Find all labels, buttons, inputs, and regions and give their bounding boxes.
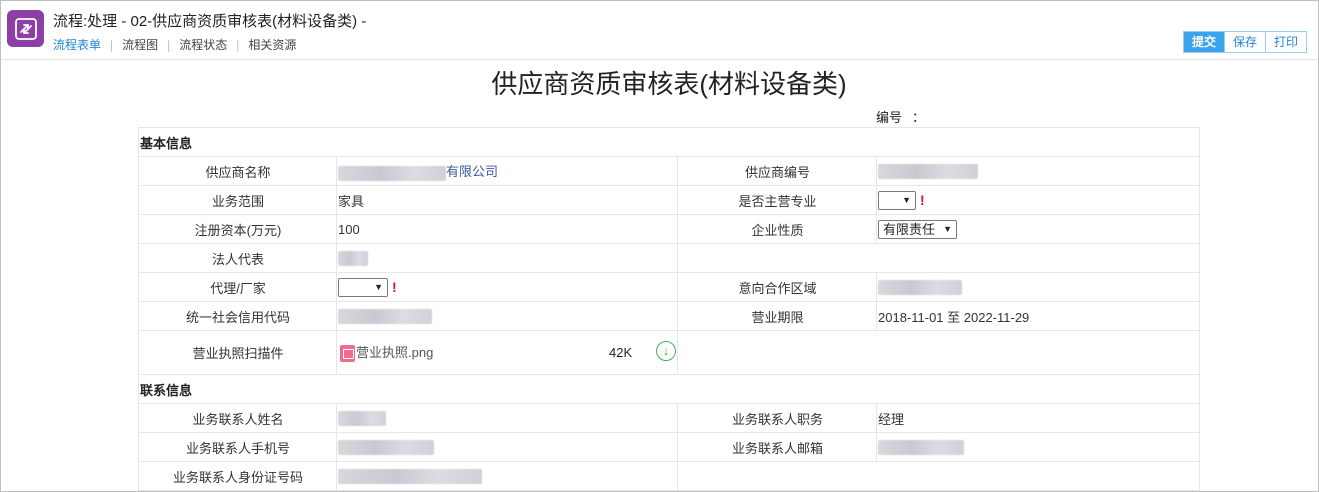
dropdown-caret-icon: ▼ [902,194,911,205]
company-type-cell: 有限责任 ▼ [875,214,1201,244]
image-file-icon [340,344,355,362]
contact-phone-label: 业务联系人手机号 [138,432,337,462]
redacted-value [338,309,432,325]
agent-select[interactable]: ▼ [338,277,388,297]
redacted-value [878,280,962,296]
redacted-value [338,440,434,456]
contact-email-label: 业务联系人邮箱 [677,432,877,462]
redacted-value [878,440,964,456]
main-specialty-cell: ▼! [875,185,1201,215]
form-row: 业务范围 家具 是否主营专业 ▼! [138,185,1201,215]
tab-separator: | [236,37,240,52]
supplier-code-label: 供应商编号 [677,156,877,186]
contact-name-label: 业务联系人姓名 [138,403,337,433]
contact-name-cell [336,403,678,433]
section-contact-info: 联系信息 [137,374,1201,404]
contact-email-cell [875,432,1201,462]
main-specialty-select[interactable]: ▼ [878,190,916,210]
redacted-value [878,164,978,180]
form-row: 代理/厂家 ▼! 意向合作区域 [138,272,1201,302]
dropdown-caret-icon: ▼ [943,223,952,234]
form-row: 注册资本(万元) 100 企业性质 有限责任 ▼ [138,214,1201,244]
main-specialty-label: 是否主营专业 [677,185,877,215]
legal-rep-cell [336,243,678,273]
required-mark: ! [920,192,925,208]
contact-title-value: 经理 [875,403,1201,433]
tab-bar: 流程表单 | 流程图 | 流程状态 | 相关资源 [53,36,296,53]
region-label: 意向合作区域 [677,272,877,302]
download-icon[interactable]: ↓ [656,340,676,361]
header-divider [2,59,1317,60]
code-row: 编号 ： [876,107,925,126]
save-button[interactable]: 保存 [1223,32,1265,52]
section-basic-info: 基本信息 [137,127,1201,157]
business-scope-value: 家具 [336,185,678,215]
attachment-name[interactable]: 营业执照.png [356,345,433,360]
tab-separator: | [167,37,171,52]
business-scope-label: 业务范围 [138,185,337,215]
redacted-value [338,251,368,267]
attachment-size: 42K [609,344,633,360]
tab-status[interactable]: 流程状态 [179,36,227,53]
form-row: 营业执照扫描件 营业执照.png 42K ↓ [138,330,1201,375]
form-title: 供应商资质审核表(材料设备类) [491,69,847,99]
company-type-label: 企业性质 [677,214,877,244]
submit-button[interactable]: 提交 [1183,32,1224,52]
form-row: 供应商名称 有限公司 供应商编号 [138,156,1201,186]
tab-form[interactable]: 流程表单 [53,36,101,53]
tab-flowchart[interactable]: 流程图 [122,36,158,53]
credit-code-label: 统一社会信用代码 [138,301,337,331]
supplier-form-table: 基本信息 供应商名称 有限公司 供应商编号 业务范围 家具 是否主营专业 ▼! … [137,127,1201,491]
redacted-value [338,411,386,427]
tab-resources[interactable]: 相关资源 [248,36,296,53]
redacted-value [338,469,482,485]
code-colon: ： [912,110,926,125]
process-icon [7,10,44,47]
form-row: 统一社会信用代码 营业期限 2018-11-01 至 2022-11-29 [138,301,1201,331]
supplier-code-cell [875,156,1201,186]
reg-capital-value: 100 [336,214,678,244]
code-label: 编号 [876,110,903,125]
empty-cell [676,243,1201,273]
required-mark: ! [392,279,397,295]
license-scan-label: 营业执照扫描件 [138,330,337,375]
print-button[interactable]: 打印 [1264,32,1306,52]
contact-title-label: 业务联系人职务 [677,403,877,433]
action-buttons: 提交 保存 打印 [1182,31,1307,53]
empty-cell [676,461,1201,491]
business-term-value: 2018-11-01 至 2022-11-29 [875,301,1201,331]
contact-id-label: 业务联系人身份证号码 [138,461,337,491]
window-title: 流程:处理 - 02-供应商资质审核表(材料设备类) - [53,13,367,30]
company-type-select[interactable]: 有限责任 ▼ [878,219,957,239]
credit-code-cell [336,301,678,331]
window-frame: 流程:处理 - 02-供应商资质审核表(材料设备类) - 流程表单 | 流程图 … [0,0,1319,492]
form-row: 业务联系人手机号 业务联系人邮箱 [138,432,1201,462]
contact-phone-cell [336,432,678,462]
section-row: 联系信息 [137,374,1201,404]
attachment: 营业执照.png 42K ↓ [338,340,677,363]
supplier-name-cell: 有限公司 [336,156,678,186]
license-scan-cell: 营业执照.png 42K ↓ [336,330,678,375]
redacted-value [338,165,446,181]
contact-id-cell [336,461,678,491]
section-row: 基本信息 [137,127,1201,157]
region-cell [875,272,1201,302]
agent-cell: ▼! [336,272,678,302]
dropdown-caret-icon: ▼ [374,281,383,292]
supplier-name-value[interactable]: 有限公司 [446,164,498,179]
agent-label: 代理/厂家 [138,272,337,302]
tab-separator: | [110,37,114,52]
form-row: 法人代表 [138,243,1201,273]
legal-rep-label: 法人代表 [138,243,337,273]
reg-capital-label: 注册资本(万元) [138,214,337,244]
empty-cell [676,330,1201,375]
form-row: 业务联系人身份证号码 [138,461,1201,491]
form-row: 业务联系人姓名 业务联系人职务 经理 [138,403,1201,433]
company-type-value: 有限责任 [883,221,936,237]
business-term-label: 营业期限 [677,301,877,331]
supplier-name-label: 供应商名称 [138,156,337,186]
